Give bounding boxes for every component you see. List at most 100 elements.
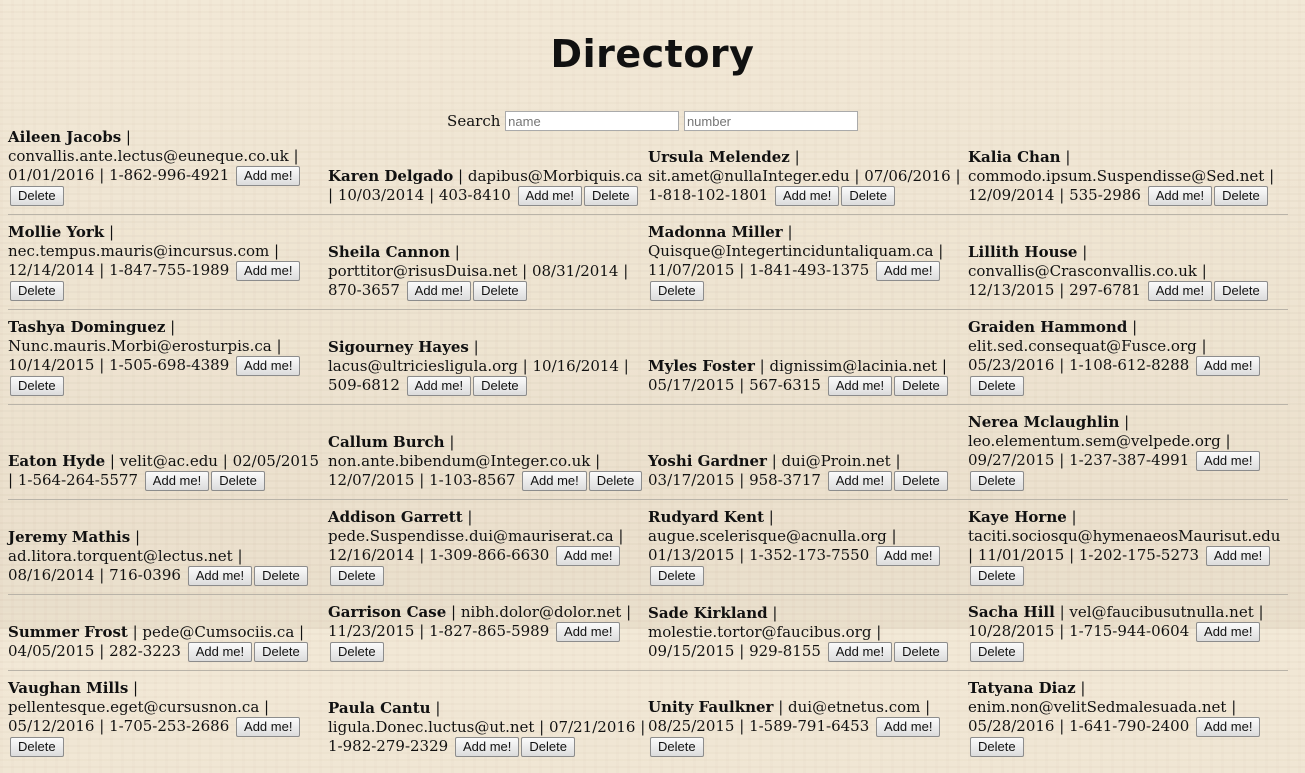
delete-button[interactable]: Delete: [970, 376, 1024, 396]
delete-button[interactable]: Delete: [10, 737, 64, 757]
contact-phone: 297-6781: [1069, 281, 1141, 299]
delete-button[interactable]: Delete: [1214, 186, 1268, 206]
add-me-button[interactable]: Add me!: [774, 186, 840, 206]
contact-phone: 1-715-944-0604: [1069, 622, 1190, 640]
delete-button[interactable]: Delete: [970, 642, 1024, 662]
add-me-button[interactable]: Add me!: [522, 471, 587, 491]
add-me-button[interactable]: Add me!: [827, 376, 893, 396]
delete-button[interactable]: Delete: [1214, 281, 1268, 301]
contact-name: Paula Cantu: [328, 699, 431, 717]
contact-email: ligula.Donec.luctus@ut.net: [328, 718, 535, 736]
contact-name: Garrison Case: [328, 603, 447, 621]
contact-name: Graiden Hammond: [968, 318, 1128, 336]
contact-name: Summer Frost: [8, 623, 128, 641]
contact-name: Addison Garrett: [328, 508, 463, 526]
add-me-button[interactable]: Add me!: [187, 566, 253, 586]
contact-phone: 1-352-173-7550: [749, 546, 870, 564]
add-me-button[interactable]: Add me!: [1147, 186, 1213, 206]
delete-button[interactable]: Delete: [521, 737, 575, 757]
delete-button[interactable]: Delete: [970, 471, 1024, 491]
add-me-button[interactable]: Add me!: [187, 642, 253, 662]
delete-button[interactable]: Delete: [894, 642, 948, 662]
contact-entry: Sheila Cannon | porttitor@risusDuisa.net…: [328, 243, 629, 301]
contact-phone: 1-982-279-2329: [328, 737, 449, 755]
add-me-button[interactable]: Add me!: [236, 356, 301, 376]
delete-button[interactable]: Delete: [894, 471, 948, 491]
delete-button[interactable]: Delete: [970, 737, 1024, 757]
add-me-button[interactable]: Add me!: [454, 737, 520, 757]
delete-button[interactable]: Delete: [473, 281, 527, 301]
contact-date: 12/13/2015: [968, 281, 1055, 299]
add-me-button[interactable]: Add me!: [1196, 622, 1261, 642]
add-me-button[interactable]: Add me!: [556, 622, 621, 642]
delete-button[interactable]: Delete: [650, 737, 704, 757]
delete-button[interactable]: Delete: [583, 186, 638, 206]
add-me-button[interactable]: Add me!: [827, 642, 893, 662]
delete-button[interactable]: Delete: [970, 566, 1024, 586]
add-me-button[interactable]: Add me!: [1147, 281, 1213, 301]
contact-phone: 1-847-755-1989: [109, 261, 230, 279]
add-me-button[interactable]: Add me!: [876, 261, 941, 281]
add-me-button[interactable]: Add me!: [1196, 451, 1261, 471]
contact-entry: Kaye Horne | taciti.sociosqu@hymenaeosMa…: [968, 508, 1288, 586]
contact-date: 08/25/2015: [648, 717, 735, 735]
contact-date: 10/28/2015: [968, 622, 1055, 640]
contact-entry: Karen Delgado | dapibus@Morbiquis.ca | 1…: [328, 167, 643, 206]
delete-button[interactable]: Delete: [894, 376, 948, 396]
add-me-button[interactable]: Add me!: [1196, 356, 1261, 376]
add-me-button[interactable]: Add me!: [1205, 546, 1271, 566]
contact-date: 09/15/2015: [648, 642, 735, 660]
contact-phone: 403-8410: [438, 186, 511, 204]
contact-name: Karen Delgado: [328, 167, 454, 185]
add-me-button[interactable]: Add me!: [406, 281, 472, 301]
contact-phone: 1-237-387-4991: [1069, 451, 1190, 469]
delete-button[interactable]: Delete: [473, 376, 527, 396]
contact-date: 10/03/2014: [337, 186, 425, 204]
contact-name: Unity Faulkner: [648, 698, 774, 716]
add-me-button[interactable]: Add me!: [876, 546, 941, 566]
add-me-button[interactable]: Add me!: [144, 471, 210, 491]
add-me-button[interactable]: Add me!: [517, 186, 582, 206]
add-me-button[interactable]: Add me!: [876, 717, 941, 737]
contact-entry: Addison Garrett | pede.Suspendisse.dui@m…: [328, 508, 648, 586]
add-me-button[interactable]: Add me!: [236, 166, 301, 186]
contact-name: Aileen Jacobs: [8, 128, 122, 146]
delete-button[interactable]: Delete: [650, 566, 704, 586]
contact-date: 04/05/2015: [8, 642, 95, 660]
contact-email: nec.tempus.mauris@incursus.com: [8, 242, 270, 260]
contact-entry: Jeremy Mathis | ad.litora.torquent@lectu…: [8, 528, 328, 586]
delete-button[interactable]: Delete: [10, 376, 64, 396]
contact-phone: 282-3223: [109, 642, 181, 660]
delete-button[interactable]: Delete: [330, 642, 384, 662]
add-me-button[interactable]: Add me!: [236, 717, 301, 737]
add-me-button[interactable]: Add me!: [1196, 717, 1261, 737]
add-me-button[interactable]: Add me!: [406, 376, 472, 396]
delete-button[interactable]: Delete: [10, 281, 64, 301]
contact-name: Sigourney Hayes: [328, 338, 469, 356]
directory-row: Vaughan Mills | pellentesque.eget@cursus…: [8, 679, 1288, 765]
contact-email: taciti.sociosqu@hymenaeosMaurisut.edu: [968, 527, 1281, 545]
contact-phone: 567-6315: [749, 376, 821, 394]
contact-phone: 1-705-253-2686: [109, 717, 230, 735]
delete-button[interactable]: Delete: [841, 186, 895, 206]
contact-name: Eaton Hyde: [8, 452, 106, 470]
contact-date: 08/31/2014: [531, 262, 619, 280]
contact-date: 07/06/2016: [864, 167, 951, 185]
delete-button[interactable]: Delete: [254, 642, 308, 662]
contact-name: Lillith House: [968, 243, 1078, 261]
delete-button[interactable]: Delete: [588, 471, 643, 491]
add-me-button[interactable]: Add me!: [556, 546, 621, 566]
delete-button[interactable]: Delete: [650, 281, 704, 301]
contact-email: pede.Suspendisse.dui@mauriserat.ca: [328, 527, 614, 545]
contact-email: velit@ac.edu: [119, 452, 218, 470]
contact-date: 05/12/2016: [8, 717, 95, 735]
contact-email: leo.elementum.sem@velpede.org: [968, 432, 1221, 450]
add-me-button[interactable]: Add me!: [236, 261, 301, 281]
delete-button[interactable]: Delete: [211, 471, 265, 491]
contact-phone: 1-309-866-6630: [429, 546, 550, 564]
add-me-button[interactable]: Add me!: [827, 471, 893, 491]
contact-email: elit.sed.consequat@Fusce.org: [968, 337, 1197, 355]
delete-button[interactable]: Delete: [254, 566, 308, 586]
delete-button[interactable]: Delete: [330, 566, 384, 586]
delete-button[interactable]: Delete: [10, 186, 64, 206]
